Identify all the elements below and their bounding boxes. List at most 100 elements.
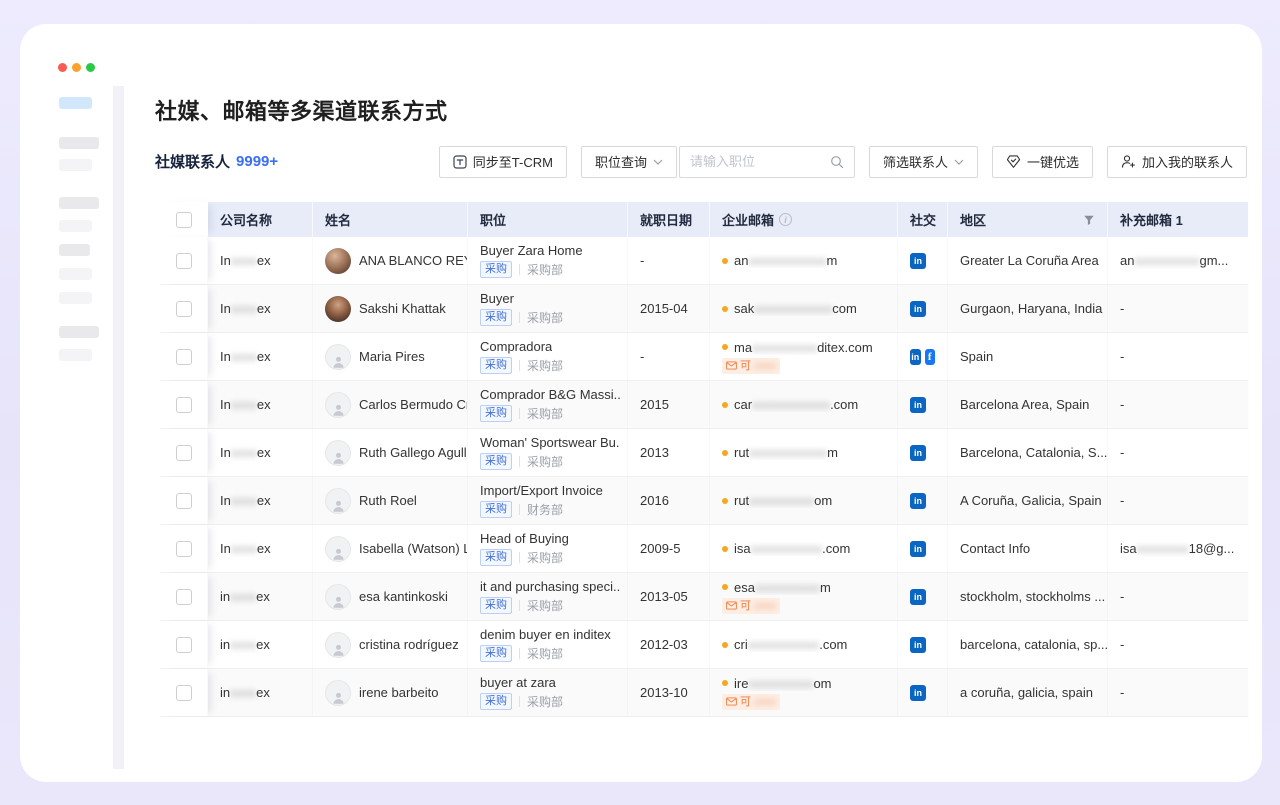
row-checkbox[interactable] — [176, 589, 192, 605]
position-title: denim buyer en inditex — [480, 627, 611, 642]
contact-cell: Ruth Gallego Agulló — [313, 429, 468, 476]
email-cell: carxxxxxxxxxxxx.com — [710, 381, 898, 428]
filter-contacts-dropdown[interactable]: 筛选联系人 — [869, 146, 978, 178]
region-cell: barcelona, catalonia, sp... — [948, 621, 1108, 668]
position-query-dropdown[interactable]: 职位查询 — [581, 146, 677, 178]
row-checkbox[interactable] — [176, 349, 192, 365]
contact-cell: cristina rodríguez — [313, 621, 468, 668]
start-date-cell: 2013-10 — [628, 669, 710, 716]
one-click-optimize-button[interactable]: 一键优选 — [992, 146, 1093, 178]
sidebar-item[interactable] — [59, 292, 92, 304]
contact-name: Carlos Bermudo Cr... — [359, 397, 468, 412]
extra-email-cell: - — [1108, 285, 1248, 332]
social-cell: in — [898, 381, 948, 428]
row-checkbox[interactable] — [176, 445, 192, 461]
table-row: InxxxxexMaria PiresCompradora采购采购部-maxxx… — [160, 333, 1248, 381]
email-cell: rutxxxxxxxxxxom — [710, 477, 898, 524]
social-cell: in — [898, 525, 948, 572]
linkedin-icon[interactable]: in — [910, 541, 926, 557]
row-checkbox[interactable] — [176, 253, 192, 269]
email-address: rutxxxxxxxxxxxxm — [734, 445, 838, 460]
extra-email: - — [1120, 397, 1124, 412]
person-icon — [331, 402, 346, 417]
company-name: Inxxxxex — [220, 253, 271, 268]
contact-cell: irene barbeito — [313, 669, 468, 716]
avatar-placeholder — [325, 488, 351, 514]
row-select-cell — [160, 621, 208, 668]
email-status-dot — [722, 258, 728, 264]
row-checkbox[interactable] — [176, 637, 192, 653]
purchase-tag: 采购 — [480, 357, 512, 374]
social-cell: inf — [898, 333, 948, 380]
linkedin-icon[interactable]: in — [910, 493, 926, 509]
position-cell: Compradora采购采购部 — [468, 333, 628, 380]
linkedin-icon[interactable]: in — [910, 589, 926, 605]
filter-funnel-icon[interactable] — [1083, 214, 1095, 226]
sidebar-item[interactable] — [59, 159, 92, 171]
sidebar-item[interactable] — [59, 326, 99, 338]
position-search-input[interactable] — [690, 154, 824, 169]
email-status-dot — [722, 498, 728, 504]
start-date-cell: 2015-04 — [628, 285, 710, 332]
linkedin-icon[interactable]: in — [910, 445, 926, 461]
search-icon[interactable] — [830, 155, 844, 169]
start-date-cell: - — [628, 237, 710, 284]
tag-divider — [519, 312, 520, 323]
linkedin-icon[interactable]: in — [910, 685, 926, 701]
linkedin-icon[interactable]: in — [910, 253, 926, 269]
position-cell: it and purchasing speci...采购采购部 — [468, 573, 628, 620]
sidebar-divider — [113, 86, 124, 769]
row-checkbox[interactable] — [176, 397, 192, 413]
extra-email: - — [1120, 589, 1124, 604]
sidebar-item[interactable] — [59, 349, 92, 361]
email-status-dot — [722, 306, 728, 312]
row-select-cell — [160, 285, 208, 332]
facebook-icon[interactable]: f — [925, 349, 936, 365]
sidebar-item[interactable] — [59, 197, 99, 209]
email-status-dot — [722, 344, 728, 350]
linkedin-icon[interactable]: in — [910, 637, 926, 653]
position-title: Comprador B&G Massi... — [480, 387, 620, 402]
contact-name: ANA BLANCO REY — [359, 253, 468, 268]
department-label: 采购部 — [527, 597, 563, 614]
company-cell: inxxxxex — [208, 669, 313, 716]
sidebar-nav — [59, 24, 115, 784]
contact-name: cristina rodríguez — [359, 637, 459, 652]
email-status-dot — [722, 546, 728, 552]
add-to-my-contacts-button[interactable]: 加入我的联系人 — [1107, 146, 1247, 178]
person-icon — [331, 690, 346, 705]
sidebar-item[interactable] — [59, 220, 92, 232]
linkedin-icon[interactable]: in — [910, 349, 921, 365]
region-cell: Greater La Coruña Area — [948, 237, 1108, 284]
linkedin-icon[interactable]: in — [910, 301, 926, 317]
contact-cell: Isabella (Watson) L... — [313, 525, 468, 572]
sidebar-item[interactable] — [59, 268, 92, 280]
sync-to-crm-button[interactable]: 同步至T-CRM — [439, 146, 567, 178]
tag-divider — [519, 552, 520, 563]
row-select-cell — [160, 429, 208, 476]
envelope-icon — [726, 697, 737, 706]
row-checkbox[interactable] — [176, 493, 192, 509]
sidebar-item-active[interactable] — [59, 97, 92, 109]
position-tags: 采购采购部 — [480, 357, 563, 374]
sidebar-item[interactable] — [59, 244, 90, 256]
purchase-tag: 采购 — [480, 453, 512, 470]
chevron-down-icon — [954, 159, 964, 165]
department-label: 财务部 — [527, 501, 563, 518]
company-cell: Inxxxxex — [208, 477, 313, 524]
email-address: carxxxxxxxxxxxx.com — [734, 397, 858, 412]
sidebar-item[interactable] — [59, 137, 99, 149]
region-cell: Gurgaon, Haryana, India — [948, 285, 1108, 332]
position-tags: 采购采购部 — [480, 693, 563, 710]
email-cell: esaxxxxxxxxxxm可xxxx — [710, 573, 898, 620]
row-checkbox[interactable] — [176, 685, 192, 701]
company-name: Inxxxxex — [220, 397, 271, 412]
row-checkbox[interactable] — [176, 301, 192, 317]
row-select-cell — [160, 573, 208, 620]
row-checkbox[interactable] — [176, 541, 192, 557]
info-icon[interactable]: i — [779, 213, 792, 226]
row-select-cell — [160, 333, 208, 380]
select-all-checkbox[interactable] — [176, 212, 192, 228]
email-address: isaxxxxxxxxxxx.com — [734, 541, 850, 556]
linkedin-icon[interactable]: in — [910, 397, 926, 413]
